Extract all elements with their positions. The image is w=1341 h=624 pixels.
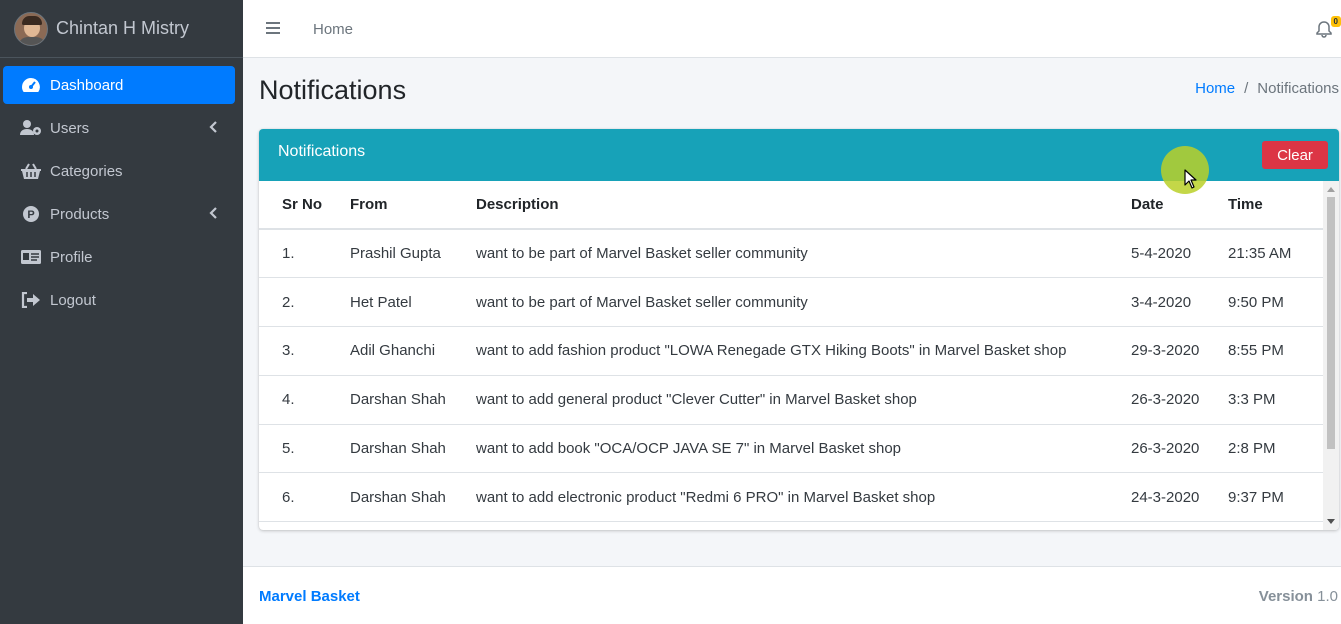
table-scrollbar[interactable] [1323, 181, 1339, 530]
cell-date: 26-3-2020 [1131, 424, 1228, 474]
notifications-table: Sr No From Description Date Time 1. Pras… [259, 181, 1323, 523]
notifications-card: Notifications Clear Sr No From Descripti… [259, 129, 1339, 530]
breadcrumb-home-link[interactable]: Home [1195, 80, 1235, 97]
clear-button[interactable]: Clear [1262, 141, 1328, 169]
sidebar-item-categories[interactable]: Categories [3, 152, 235, 190]
sidebar-item-profile[interactable]: Profile [3, 238, 235, 276]
cell-sr-no: 1. [259, 229, 350, 279]
avatar[interactable] [14, 11, 48, 46]
top-navbar: Home 0 [243, 0, 1341, 58]
sidebar-item-label: Profile [50, 248, 93, 266]
cell-time: 2:8 PM [1228, 424, 1323, 474]
user-panel[interactable]: Chintan H Mistry [0, 0, 243, 58]
card-header: Notifications Clear [259, 129, 1339, 194]
cell-time: 9:37 PM [1228, 472, 1323, 523]
cell-from: Prashil Gupta [350, 229, 476, 279]
cell-from: Darshan Shah [350, 472, 476, 523]
column-header-from: From [350, 181, 476, 230]
sidebar-item-label: Categories [50, 162, 123, 180]
table-row: 2. Het Patel want to be part of Marvel B… [259, 277, 1323, 328]
hamburger-menu-icon[interactable] [266, 22, 280, 34]
scroll-up-arrow-icon[interactable] [1327, 187, 1335, 192]
cell-date: 29-3-2020 [1131, 326, 1228, 376]
top-home-link[interactable]: Home [313, 21, 353, 38]
cell-sr-no: 5. [259, 424, 350, 474]
table-row: 3. Adil Ghanchi want to add fashion prod… [259, 326, 1323, 376]
sidebar-item-logout[interactable]: Logout [3, 281, 235, 319]
sign-out-icon [20, 292, 42, 308]
id-card-icon [20, 249, 42, 265]
notification-badge: 0 [1330, 16, 1341, 27]
footer: Marvel Basket Version 1.0 [243, 566, 1341, 624]
cell-description: want to add general product "Clever Cutt… [476, 375, 1131, 425]
product-p-icon: P [20, 206, 42, 222]
chevron-left-icon [209, 207, 217, 219]
cell-from: Het Patel [350, 277, 476, 328]
cell-time: 8:55 PM [1228, 326, 1323, 376]
cell-sr-no: 2. [259, 277, 350, 328]
breadcrumb: Home / Notifications [1195, 80, 1339, 97]
users-cog-icon [20, 120, 42, 136]
sidebar-item-label: Users [50, 119, 90, 137]
svg-text:P: P [27, 209, 34, 221]
cell-sr-no: 4. [259, 375, 350, 425]
cell-sr-no: 6. [259, 472, 350, 523]
sidebar-item-label: Products [50, 205, 110, 223]
sidebar: Chintan H Mistry Dashboard Users Categor… [0, 0, 243, 624]
sidebar-item-label: Logout [50, 291, 96, 309]
cell-description: want to add fashion product "LOWA Renega… [476, 326, 1131, 376]
column-header-description: Description [476, 181, 1131, 230]
table-header-row: Sr No From Description Date Time [259, 181, 1323, 230]
cell-description: want to add book "OCA/OCP JAVA SE 7" in … [476, 424, 1131, 474]
column-header-sr-no: Sr No [259, 181, 350, 230]
cell-from: Darshan Shah [350, 375, 476, 425]
cell-from: Darshan Shah [350, 424, 476, 474]
sidebar-item-dashboard[interactable]: Dashboard [3, 66, 235, 104]
sidebar-item-label: Dashboard [50, 76, 124, 94]
cell-time: 9:50 PM [1228, 277, 1323, 328]
cell-from: Adil Ghanchi [350, 326, 476, 376]
shopping-basket-icon [20, 163, 42, 179]
sidebar-nav: Dashboard Users Categories P Products Pr… [0, 58, 243, 319]
footer-brand-link[interactable]: Marvel Basket [259, 588, 360, 605]
cell-time: 21:35 AM [1228, 229, 1323, 279]
card-title: Notifications [278, 143, 366, 160]
table-row: 1. Prashil Gupta want to be part of Marv… [259, 229, 1323, 279]
breadcrumb-current: Notifications [1257, 80, 1339, 97]
scrollbar-thumb[interactable] [1327, 197, 1335, 449]
chevron-left-icon [209, 121, 217, 133]
version-number: 1.0 [1317, 588, 1338, 605]
cell-time: 3:3 PM [1228, 375, 1323, 425]
column-header-time: Time [1228, 181, 1323, 230]
version-label: Version [1258, 588, 1313, 605]
cell-sr-no: 3. [259, 326, 350, 376]
table-row: 6. Darshan Shah want to add electronic p… [259, 472, 1323, 523]
cell-description: want to be part of Marvel Basket seller … [476, 229, 1131, 279]
sidebar-item-products[interactable]: P Products [3, 195, 235, 233]
cell-date: 3-4-2020 [1131, 277, 1228, 328]
sidebar-item-users[interactable]: Users [3, 109, 235, 147]
cell-date: 5-4-2020 [1131, 229, 1228, 279]
tachometer-icon [20, 77, 42, 93]
cell-description: want to add electronic product "Redmi 6 … [476, 472, 1131, 523]
table-row: 4. Darshan Shah want to add general prod… [259, 375, 1323, 425]
table-row: 5. Darshan Shah want to add book "OCA/OC… [259, 424, 1323, 474]
cell-description: want to be part of Marvel Basket seller … [476, 277, 1131, 328]
breadcrumb-separator: / [1244, 80, 1249, 97]
notifications-table-wrapper[interactable]: Sr No From Description Date Time 1. Pras… [259, 181, 1323, 530]
cell-date: 26-3-2020 [1131, 375, 1228, 425]
footer-version: Version 1.0 [1259, 588, 1338, 605]
scroll-down-arrow-icon[interactable] [1327, 519, 1335, 524]
page-title: Notifications [259, 75, 407, 105]
column-header-date: Date [1131, 181, 1228, 230]
user-name[interactable]: Chintan H Mistry [56, 18, 189, 39]
cell-date: 24-3-2020 [1131, 472, 1228, 523]
